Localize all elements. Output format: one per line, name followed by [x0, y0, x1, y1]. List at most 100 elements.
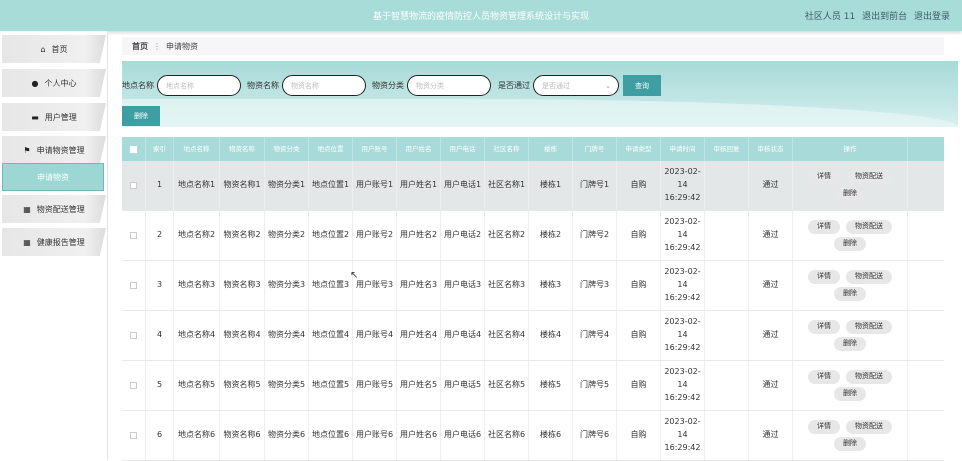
cell-phone: 用户电话3 [441, 261, 485, 310]
delete-button[interactable]: 删除 [834, 187, 866, 201]
row-checkbox[interactable] [130, 282, 137, 289]
breadcrumb: 首页 ⋮ 申请物资 [122, 37, 944, 55]
search-field-material: 物资名称 物资名称 [247, 75, 366, 96]
data-table: 索引 地点名称 物资名称 物资分类 地点位置 用户账号 用户姓名 用户电话 社区名称 楼栋 门牌号申… [122, 137, 944, 461]
cell-mname: 物资名称4 [220, 311, 265, 360]
batch-delete-button[interactable]: 删除 [122, 106, 160, 126]
row-checkbox[interactable] [130, 182, 137, 189]
cell-idx: 4 [146, 311, 174, 360]
select-all-checkbox[interactable] [130, 145, 137, 153]
deliver-button[interactable]: 物资配送 [846, 270, 892, 284]
detail-button[interactable]: 详情 [808, 170, 840, 184]
user-area: 社区人员 11 退出到前台 退出登录 [801, 9, 950, 22]
sidebar-item-apply-supplies[interactable]: 申请物资 [2, 163, 104, 191]
row-actions: 详情 物资配送删除 [793, 411, 908, 460]
cell-type: 自购 [617, 311, 661, 360]
cell-bldg: 楼栋4 [529, 311, 573, 360]
cell-uname: 用户姓名5 [397, 361, 441, 410]
sidebar-item-profile[interactable]: ● 个人中心 [2, 69, 106, 97]
sidebar-item-user-manage[interactable]: ▬ 用户管理 [2, 103, 106, 131]
cell-idx: 3 [146, 261, 174, 310]
deliver-button[interactable]: 物资配送 [846, 420, 892, 434]
cell-mname: 物资名称2 [220, 211, 265, 260]
delete-button[interactable]: 删除 [834, 437, 866, 451]
select-placeholder: 是否通过 [542, 81, 570, 90]
column-header: 审核回复 [705, 137, 749, 161]
cell-type: 自购 [617, 161, 661, 210]
cell-bldg: 楼栋5 [529, 361, 573, 410]
cell-bldg: 楼栋6 [529, 411, 573, 460]
place-input[interactable]: 地点名称 [157, 75, 241, 96]
row-checkbox[interactable] [130, 232, 137, 239]
table-row: 2 地点名称2 物资名称2 物资分类2 地点位置2 用户账号2 用户姓名2 用户电话2 社区名称… [122, 211, 944, 261]
cell-loc: 地点位置3 [309, 261, 353, 310]
chevron-down-icon: ⌄ [605, 81, 611, 90]
cell-uname: 用户姓名3 [397, 261, 441, 310]
delete-button[interactable]: 删除 [834, 337, 866, 351]
delete-button[interactable]: 删除 [834, 387, 866, 401]
cell-type: 自购 [617, 411, 661, 460]
column-header: 地点位置 [309, 137, 353, 161]
cell-acct: 用户账号5 [353, 361, 397, 410]
row-checkbox[interactable] [130, 332, 137, 339]
category-input[interactable]: 物资分类 [407, 75, 491, 96]
detail-button[interactable]: 详情 [808, 420, 840, 434]
row-select-cell [122, 211, 146, 260]
query-button[interactable]: 查询 [623, 75, 661, 96]
cell-time: 2023-02-14 16:29:42 [661, 361, 705, 410]
cell-comm: 社区名称4 [485, 311, 529, 360]
row-checkbox[interactable] [130, 432, 137, 439]
cell-time: 2023-02-14 16:29:42 [661, 311, 705, 360]
cell-idx: 6 [146, 411, 174, 460]
column-header: 楼栋 [529, 137, 573, 161]
deliver-button[interactable]: 物资配送 [846, 320, 892, 334]
cell-place: 地点名称2 [174, 211, 220, 260]
detail-button[interactable]: 详情 [808, 220, 840, 234]
cell-time: 2023-02-14 16:29:42 [661, 161, 705, 210]
breadcrumb-home[interactable]: 首页 [132, 41, 148, 52]
cell-status: 通过 [749, 261, 793, 310]
deliver-button[interactable]: 物资配送 [846, 170, 892, 184]
cell-mcat: 物资分类1 [265, 161, 309, 210]
cell-idx: 1 [146, 161, 174, 210]
cell-mname: 物资名称3 [220, 261, 265, 310]
column-header: 申请类型 [617, 137, 661, 161]
cell-idx: 5 [146, 361, 174, 410]
material-input[interactable]: 物资名称 [282, 75, 366, 96]
deliver-button[interactable]: 物资配送 [846, 220, 892, 234]
cell-bldg: 楼栋3 [529, 261, 573, 310]
sidebar-item-health-manage[interactable]: ▦ 健康报告管理 [2, 228, 106, 256]
cell-mcat: 物资分类4 [265, 311, 309, 360]
row-checkbox[interactable] [130, 382, 137, 389]
sidebar-item-apply-manage[interactable]: ⚑ 申请物资管理 [2, 136, 106, 164]
cell-comm: 社区名称2 [485, 211, 529, 260]
logout-link[interactable]: 退出登录 [914, 12, 950, 22]
delete-button[interactable]: 删除 [834, 287, 866, 301]
row-actions: 详情 物资配送删除 [793, 311, 908, 360]
column-header: 用户账号 [353, 137, 397, 161]
row-actions: 详情 物资配送删除 [793, 161, 908, 210]
cell-comm: 社区名称1 [485, 161, 529, 210]
cell-idx: 2 [146, 211, 174, 260]
cell-mname: 物资名称5 [220, 361, 265, 410]
sidebar-item-home[interactable]: ⌂ 首页 [2, 35, 106, 63]
sidebar-item-delivery-manage[interactable]: ▦ 物资配送管理 [2, 195, 106, 223]
sidebar: ⌂ 首页 ● 个人中心 ▬ 用户管理 ⚑ 申请物资管理 申请物资 ▦ 物资配送管… [0, 31, 108, 460]
table-row: 6 地点名称6 物资名称6 物资分类6 地点位置6 用户账号6 用户姓名6 用户电话6 社区名称… [122, 411, 944, 461]
cell-place: 地点名称4 [174, 311, 220, 360]
search-field-approved: 是否通过 是否通过 ⌄ [498, 75, 619, 96]
delete-button[interactable]: 删除 [834, 237, 866, 251]
detail-button[interactable]: 详情 [808, 270, 840, 284]
back-to-front-link[interactable]: 退出到前台 [862, 12, 907, 22]
user-manage-icon: ▬ [31, 112, 39, 122]
deliver-button[interactable]: 物资配送 [846, 370, 892, 384]
sidebar-item-label: 首页 [51, 44, 68, 54]
cell-time: 2023-02-14 16:29:42 [661, 411, 705, 460]
cell-door: 门牌号5 [573, 361, 617, 410]
cell-phone: 用户电话2 [441, 211, 485, 260]
detail-button[interactable]: 详情 [808, 320, 840, 334]
approved-select[interactable]: 是否通过 ⌄ [533, 75, 619, 96]
detail-button[interactable]: 详情 [808, 370, 840, 384]
cell-place: 地点名称5 [174, 361, 220, 410]
cell-acct: 用户账号2 [353, 211, 397, 260]
